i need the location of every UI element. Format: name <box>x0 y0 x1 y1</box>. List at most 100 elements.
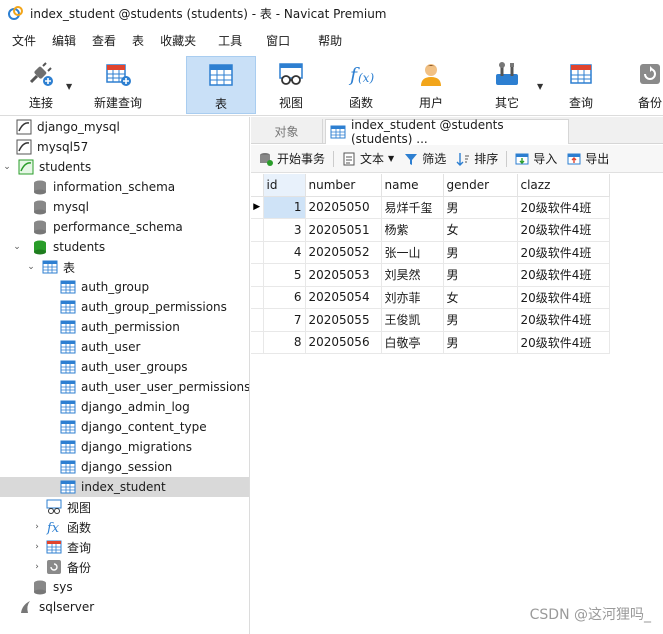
cell-id[interactable]: 6 <box>263 286 306 309</box>
tree-group-tables[interactable]: ⌄ 表 <box>0 257 249 277</box>
tree-table-auth-group[interactable]: auth_group <box>0 277 249 297</box>
backup-button[interactable]: 备份 <box>630 56 663 114</box>
tree-db-mysql[interactable]: mysql <box>0 197 249 217</box>
cell-name[interactable]: 刘昊然 <box>381 263 444 287</box>
column-header-number[interactable]: number <box>305 174 382 197</box>
other-button[interactable]: 其它 <box>482 56 532 114</box>
cell-name[interactable]: 杨紫 <box>381 218 444 242</box>
tab-index-student[interactable]: index_student @students (students) ... <box>325 118 569 146</box>
menu-file[interactable]: 文件 <box>6 32 42 49</box>
column-header-name[interactable]: name <box>381 174 444 197</box>
cell-gender[interactable]: 女 <box>443 218 518 242</box>
tree-group-views[interactable]: 视图 <box>0 497 249 517</box>
new-query-button[interactable]: 新建查询 <box>88 56 148 114</box>
table-row[interactable]: 4 20205052 张一山 男 20级软件4班 <box>251 241 610 264</box>
expand-chevron-icon[interactable]: ⌄ <box>12 242 22 252</box>
menu-table[interactable]: 表 <box>126 32 150 49</box>
column-header-id[interactable]: id <box>263 174 306 197</box>
user-button[interactable]: 用户 <box>406 56 456 114</box>
cell-name[interactable]: 王俊凯 <box>381 308 444 332</box>
column-header-clazz[interactable]: clazz <box>517 174 610 197</box>
begin-transaction-button[interactable]: 开始事务 <box>259 150 325 167</box>
tree-group-functions[interactable]: › fx 函数 <box>0 517 249 537</box>
expand-chevron-icon[interactable]: ⌄ <box>2 162 12 172</box>
cell-clazz[interactable]: 20级软件4班 <box>517 331 610 354</box>
cell-clazz[interactable]: 20级软件4班 <box>517 218 610 242</box>
table-row[interactable]: ▶ 1 20205050 易烊千玺 男 20级软件4班 <box>251 196 610 219</box>
menu-tools[interactable]: 工具 <box>212 32 248 49</box>
query-button[interactable]: 查询 <box>556 56 606 114</box>
cell-gender[interactable]: 女 <box>443 286 518 309</box>
function-button[interactable]: f (x) 函数 <box>336 56 386 114</box>
cell-clazz[interactable]: 20级软件4班 <box>517 286 610 309</box>
cell-number[interactable]: 20205050 <box>305 196 382 219</box>
tree-table-django-session[interactable]: django_session <box>0 457 249 477</box>
tree-table-django-admin-log[interactable]: django_admin_log <box>0 397 249 417</box>
tree-table-auth-user[interactable]: auth_user <box>0 337 249 357</box>
cell-clazz[interactable]: 20级软件4班 <box>517 241 610 264</box>
column-header-gender[interactable]: gender <box>443 174 518 197</box>
tree-db-sys[interactable]: sys <box>0 577 249 597</box>
collapse-chevron-icon[interactable]: › <box>32 522 42 532</box>
connect-dropdown-icon[interactable]: ▼ <box>66 82 72 91</box>
collapse-chevron-icon[interactable]: › <box>32 542 42 552</box>
cell-id[interactable]: 1 <box>263 196 306 219</box>
tree-db-students[interactable]: ⌄ students <box>0 237 249 257</box>
tab-objects[interactable]: 对象 <box>251 119 323 144</box>
export-button[interactable]: 导出 <box>567 150 609 167</box>
tree-connection-django-mysql[interactable]: django_mysql <box>0 117 249 137</box>
tree-table-auth-permission[interactable]: auth_permission <box>0 317 249 337</box>
table-row[interactable]: 8 20205056 白敬亭 男 20级软件4班 <box>251 331 610 354</box>
cell-name[interactable]: 易烊千玺 <box>381 196 444 219</box>
filter-button[interactable]: 筛选 <box>404 150 446 167</box>
cell-clazz[interactable]: 20级软件4班 <box>517 263 610 287</box>
cell-name[interactable]: 刘亦菲 <box>381 286 444 309</box>
cell-gender[interactable]: 男 <box>443 196 518 219</box>
cell-id[interactable]: 4 <box>263 241 306 264</box>
cell-number[interactable]: 20205052 <box>305 241 382 264</box>
cell-clazz[interactable]: 20级软件4班 <box>517 196 610 219</box>
menu-help[interactable]: 帮助 <box>312 32 348 49</box>
tree-table-django-migrations[interactable]: django_migrations <box>0 437 249 457</box>
tree-table-auth-user-user-permissions[interactable]: auth_user_user_permissions <box>0 377 249 397</box>
table-row[interactable]: 3 20205051 杨紫 女 20级软件4班 <box>251 218 610 242</box>
tree-table-django-content-type[interactable]: django_content_type <box>0 417 249 437</box>
table-button[interactable]: 表 <box>186 56 256 114</box>
cell-number[interactable]: 20205053 <box>305 263 382 287</box>
table-row[interactable]: 6 20205054 刘亦菲 女 20级软件4班 <box>251 286 610 309</box>
cell-id[interactable]: 7 <box>263 308 306 332</box>
cell-id[interactable]: 3 <box>263 218 306 242</box>
tree-table-auth-group-permissions[interactable]: auth_group_permissions <box>0 297 249 317</box>
menu-window[interactable]: 窗口 <box>260 32 296 49</box>
table-row[interactable]: 5 20205053 刘昊然 男 20级软件4班 <box>251 263 610 287</box>
view-button[interactable]: 视图 <box>266 56 316 114</box>
tree-db-information-schema[interactable]: information_schema <box>0 177 249 197</box>
cell-name[interactable]: 张一山 <box>381 241 444 264</box>
tree-group-backups[interactable]: › 备份 <box>0 557 249 577</box>
cell-id[interactable]: 8 <box>263 331 306 354</box>
collapse-chevron-icon[interactable]: › <box>32 562 42 572</box>
tree-group-queries[interactable]: › 查询 <box>0 537 249 557</box>
cell-gender[interactable]: 男 <box>443 241 518 264</box>
tree-db-performance-schema[interactable]: performance_schema <box>0 217 249 237</box>
tree-table-index-student[interactable]: index_student <box>0 477 249 497</box>
text-dropdown-icon[interactable]: ▼ <box>388 154 394 163</box>
cell-number[interactable]: 20205055 <box>305 308 382 332</box>
menu-edit[interactable]: 编辑 <box>46 32 82 49</box>
cell-number[interactable]: 20205054 <box>305 286 382 309</box>
text-button[interactable]: 文本 ▼ <box>342 150 394 167</box>
tree-table-auth-user-groups[interactable]: auth_user_groups <box>0 357 249 377</box>
table-row[interactable]: 7 20205055 王俊凯 男 20级软件4班 <box>251 308 610 332</box>
menu-view[interactable]: 查看 <box>86 32 122 49</box>
cell-gender[interactable]: 男 <box>443 331 518 354</box>
cell-clazz[interactable]: 20级软件4班 <box>517 308 610 332</box>
expand-chevron-icon[interactable]: ⌄ <box>26 262 36 272</box>
other-dropdown-icon[interactable]: ▼ <box>537 82 543 91</box>
cell-gender[interactable]: 男 <box>443 263 518 287</box>
sort-button[interactable]: 排序 <box>456 150 498 167</box>
tree-connection-mysql57[interactable]: mysql57 <box>0 137 249 157</box>
menu-favorites[interactable]: 收藏夹 <box>154 32 202 49</box>
cell-name[interactable]: 白敬亭 <box>381 331 444 354</box>
cell-number[interactable]: 20205056 <box>305 331 382 354</box>
cell-id[interactable]: 5 <box>263 263 306 287</box>
